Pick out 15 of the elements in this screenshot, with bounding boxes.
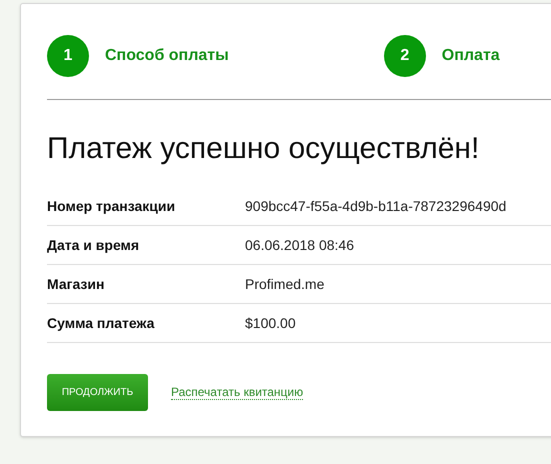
detail-label: Магазин	[47, 274, 106, 294]
page-heading: Платеж успешно осуществлён!	[47, 131, 480, 167]
detail-value: 06.06.2018 08:46	[245, 236, 354, 254]
detail-value: $100.00	[245, 314, 296, 332]
step-label: Способ оплаты	[105, 46, 229, 66]
step-label: Оплата	[442, 46, 500, 66]
print-receipt-link[interactable]: Распечатать квитанцию	[171, 385, 304, 400]
detail-value: 909bcc47-f55a-4d9b-b11a-78723296490d	[245, 196, 506, 216]
detail-label: Номер транзакции	[47, 196, 176, 216]
detail-value: Profimed.me	[245, 274, 324, 294]
continue-button[interactable]: ПРОДОЛЖИТЬ	[47, 374, 148, 411]
detail-label: Дата и время	[47, 236, 140, 255]
detail-label: Сумма платежа	[47, 314, 156, 333]
step-number: 1	[47, 35, 89, 77]
step-number: 2	[384, 35, 426, 77]
